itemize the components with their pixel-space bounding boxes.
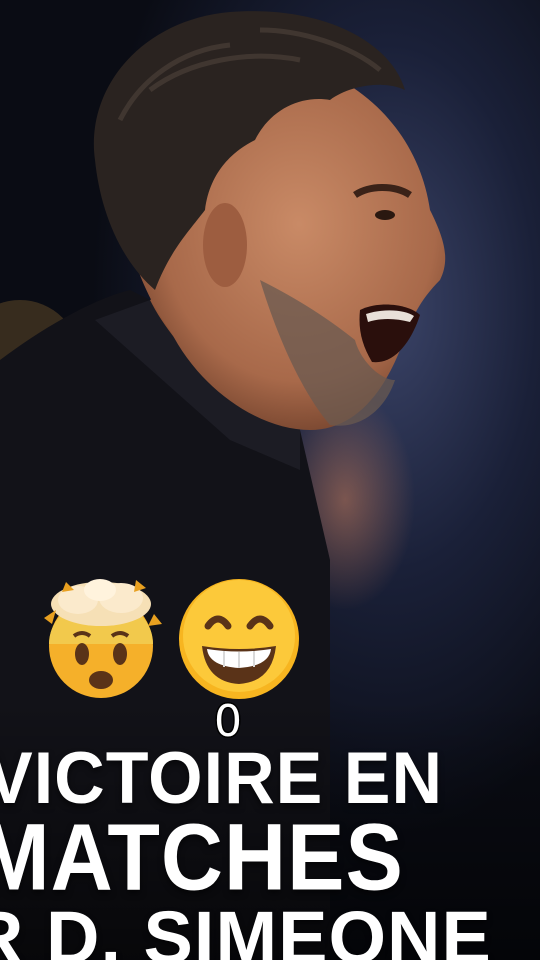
grinning-face-emoji-icon xyxy=(179,579,299,699)
exploding-head-emoji-icon xyxy=(44,579,162,698)
headline-line-3: R D. SIMEONE xyxy=(0,896,492,960)
video-frame: 0 VICTOIRE EN MATCHES R D. SIMEONE xyxy=(0,0,540,960)
headline-line-2: MATCHES xyxy=(0,805,404,911)
